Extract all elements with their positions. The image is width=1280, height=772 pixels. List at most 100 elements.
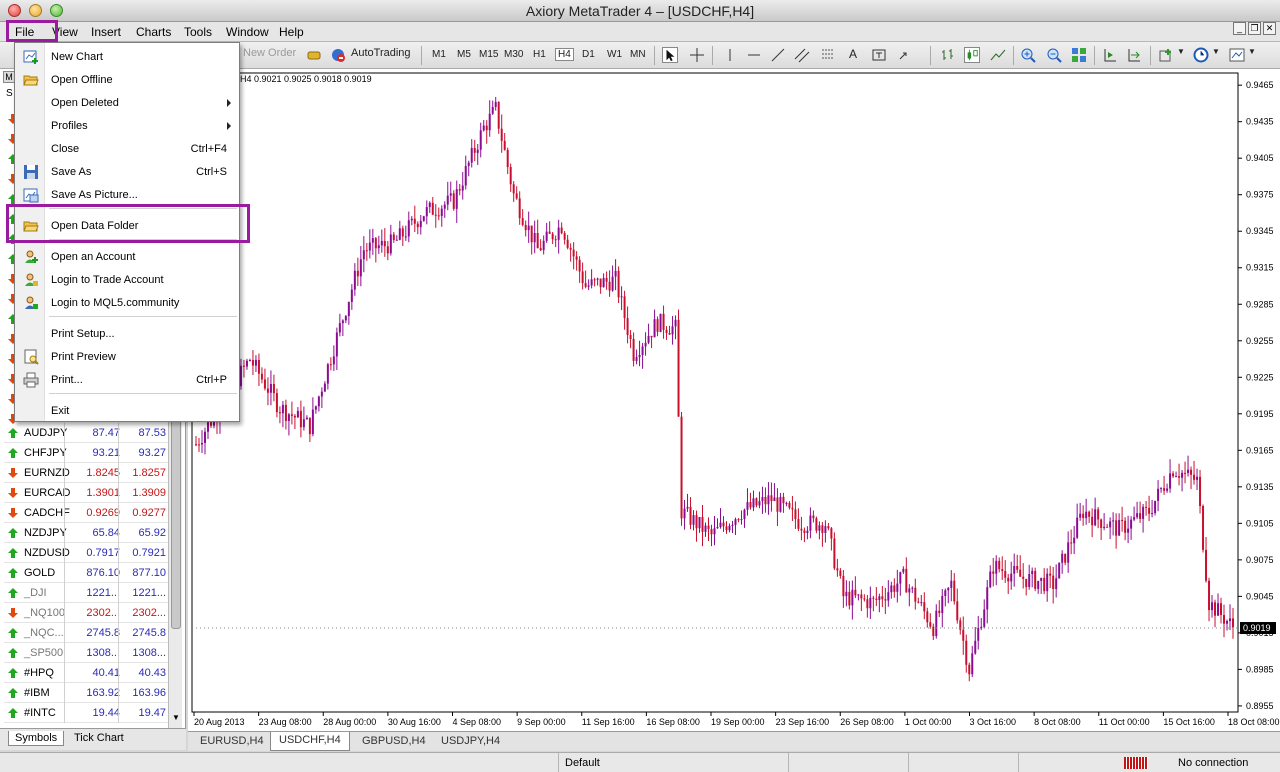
- timeframe-m5-button[interactable]: M5: [457, 49, 471, 60]
- equidistant-channel-icon[interactable]: [794, 47, 810, 63]
- expert-advisor-icon[interactable]: [306, 47, 322, 63]
- market-watch-row[interactable]: EURNZD 1.8245 1.8257: [4, 463, 168, 483]
- timeframe-m30-button[interactable]: M30: [504, 49, 523, 60]
- file-menu-item-save-as-picture[interactable]: Save As Picture...: [15, 184, 239, 206]
- chart-window[interactable]: 0.9465 0.9435 0.9405 0.9375 0.9345 0.9315 0.92…: [188, 69, 1280, 731]
- cursor-icon[interactable]: [662, 47, 678, 63]
- periods-icon[interactable]: [1193, 47, 1209, 63]
- candle-body: [890, 585, 893, 593]
- candlestick-chart-icon[interactable]: [964, 47, 980, 63]
- status-cell-empty-2: [908, 753, 1018, 772]
- market-watch-row[interactable]: #IBM 163.92 163.96: [4, 683, 168, 703]
- chart-tab-eurusd-h4[interactable]: EURUSD,H4: [200, 735, 264, 747]
- line-chart-icon[interactable]: [990, 47, 1006, 63]
- candle-body: [836, 568, 839, 571]
- market-watch-row[interactable]: NZDUSD 0.7917 0.7921: [4, 543, 168, 563]
- file-menu-item-new-chart[interactable]: New Chart: [15, 46, 239, 68]
- arrows-icon[interactable]: [897, 47, 913, 63]
- file-menu-item-close[interactable]: Close Ctrl+F4: [15, 138, 239, 160]
- candle-body: [1205, 549, 1208, 581]
- market-watch-row[interactable]: _NQ100 2302... 2302...: [4, 603, 168, 623]
- menu-tools[interactable]: Tools: [184, 25, 212, 39]
- candle-body: [857, 594, 860, 596]
- menu-window[interactable]: Window: [226, 25, 269, 39]
- file-menu-item-print[interactable]: Print... Ctrl+P: [15, 369, 239, 391]
- auto-scroll-icon[interactable]: [1102, 47, 1118, 63]
- candle-body: [548, 231, 551, 234]
- file-menu-item-open-deleted[interactable]: Open Deleted: [15, 92, 239, 114]
- mdi-minimize-icon[interactable]: _: [1233, 22, 1246, 35]
- candle-body: [431, 202, 434, 215]
- chart-tab-gbpusd-h4[interactable]: GBPUSD,H4: [362, 735, 426, 747]
- tab-symbols[interactable]: Symbols: [8, 731, 65, 746]
- candle-body: [1025, 578, 1028, 588]
- market-watch-row[interactable]: GOLD 876.10 877.10: [4, 563, 168, 583]
- x-tick-label: 11 Oct 00:00: [1099, 717, 1150, 727]
- templates-dropdown-icon[interactable]: ▼: [1248, 47, 1256, 56]
- status-profile[interactable]: Default: [558, 753, 788, 772]
- timeframe-h4-button[interactable]: H4: [555, 48, 574, 61]
- mdi-close-icon[interactable]: ✕: [1263, 22, 1276, 35]
- market-watch-row[interactable]: CHFJPY 93.21 93.27: [4, 443, 168, 463]
- candle-body: [338, 323, 341, 333]
- file-menu-item-exit[interactable]: Exit: [15, 400, 239, 422]
- candle-body: [1202, 506, 1205, 550]
- timeframe-m15-button[interactable]: M15: [479, 49, 498, 60]
- market-watch-row[interactable]: _DJI 1221... 1221...: [4, 583, 168, 603]
- status-connection[interactable]: No connection: [1172, 753, 1280, 772]
- market-watch-row[interactable]: CADCHF 0.9269 0.9277: [4, 503, 168, 523]
- menu-item-label: Exit: [51, 405, 70, 417]
- new-order-button[interactable]: New Order: [243, 47, 296, 59]
- market-watch-scroll-thumb[interactable]: [171, 409, 181, 629]
- zoom-in-icon[interactable]: [1020, 47, 1036, 63]
- market-watch-row[interactable]: EURCAD 1.3901 1.3909: [4, 483, 168, 503]
- market-watch-row[interactable]: NZDJPY 65.84 65.92: [4, 523, 168, 543]
- timeframe-mn-button[interactable]: MN: [630, 49, 646, 60]
- menu-charts[interactable]: Charts: [136, 25, 171, 39]
- scroll-down-icon[interactable]: ▼: [172, 713, 180, 722]
- tile-windows-icon[interactable]: [1071, 47, 1087, 63]
- menu-help[interactable]: Help: [279, 25, 304, 39]
- market-watch-row[interactable]: #HPQ 40.41 40.43: [4, 663, 168, 683]
- indicators-dropdown-icon[interactable]: ▼: [1177, 47, 1185, 56]
- periods-dropdown-icon[interactable]: ▼: [1212, 47, 1220, 56]
- market-watch-row[interactable]: #INTC 19.44 19.47: [4, 703, 168, 723]
- market-watch-row[interactable]: _SP500 1308... 1308...: [4, 643, 168, 663]
- file-menu-item-login-to-trade-account[interactable]: Login to Trade Account: [15, 269, 239, 291]
- market-watch-row[interactable]: _NQC... 2745.8 2745.8: [4, 623, 168, 643]
- market-watch-row[interactable]: AUDJPY 87.47 87.53: [4, 423, 168, 443]
- file-menu-item-profiles[interactable]: Profiles: [15, 115, 239, 137]
- vertical-line-icon[interactable]: [722, 47, 738, 63]
- chart-shift-icon[interactable]: [1126, 47, 1142, 63]
- file-menu-item-print-preview[interactable]: Print Preview: [15, 346, 239, 368]
- autotrading-icon[interactable]: [330, 47, 346, 63]
- bar-chart-icon[interactable]: [940, 47, 956, 63]
- market-watch-column-header[interactable]: S: [6, 88, 13, 99]
- trendline-icon[interactable]: [770, 47, 786, 63]
- menu-insert[interactable]: Insert: [91, 25, 121, 39]
- indicators-icon[interactable]: [1158, 47, 1174, 63]
- crosshair-icon[interactable]: [689, 47, 705, 63]
- mdi-restore-icon[interactable]: ❐: [1248, 22, 1261, 35]
- chart-tab-usdchf-h4[interactable]: USDCHF,H4: [270, 732, 350, 751]
- file-menu-item-open-an-account[interactable]: Open an Account: [15, 246, 239, 268]
- file-menu-item-print-setup[interactable]: Print Setup...: [15, 323, 239, 345]
- x-tick-label: 23 Sep 16:00: [776, 717, 830, 727]
- timeframe-h1-button[interactable]: H1: [533, 49, 546, 60]
- file-menu-item-save-as[interactable]: Save As Ctrl+S: [15, 161, 239, 183]
- horizontal-line-icon[interactable]: [746, 47, 762, 63]
- fibonacci-icon[interactable]: [820, 47, 836, 63]
- timeframe-d1-button[interactable]: D1: [582, 49, 595, 60]
- zoom-out-icon[interactable]: [1046, 47, 1062, 63]
- price-chart[interactable]: 0.9465 0.9435 0.9405 0.9375 0.9345 0.9315 0.92…: [188, 69, 1280, 731]
- chart-tab-usdjpy-h4[interactable]: USDJPY,H4: [441, 735, 500, 747]
- file-menu-item-open-offline[interactable]: Open Offline: [15, 69, 239, 91]
- text-label-icon[interactable]: [871, 47, 887, 63]
- timeframe-m1-button[interactable]: M1: [432, 49, 446, 60]
- autotrading-button[interactable]: AutoTrading: [351, 47, 411, 59]
- timeframe-w1-button[interactable]: W1: [607, 49, 622, 60]
- templates-icon[interactable]: [1229, 47, 1245, 63]
- tab-tick-chart[interactable]: Tick Chart: [68, 731, 130, 745]
- text-tool-icon[interactable]: A: [849, 47, 857, 61]
- file-menu-item-login-to-mql5-community[interactable]: Login to MQL5.community: [15, 292, 239, 314]
